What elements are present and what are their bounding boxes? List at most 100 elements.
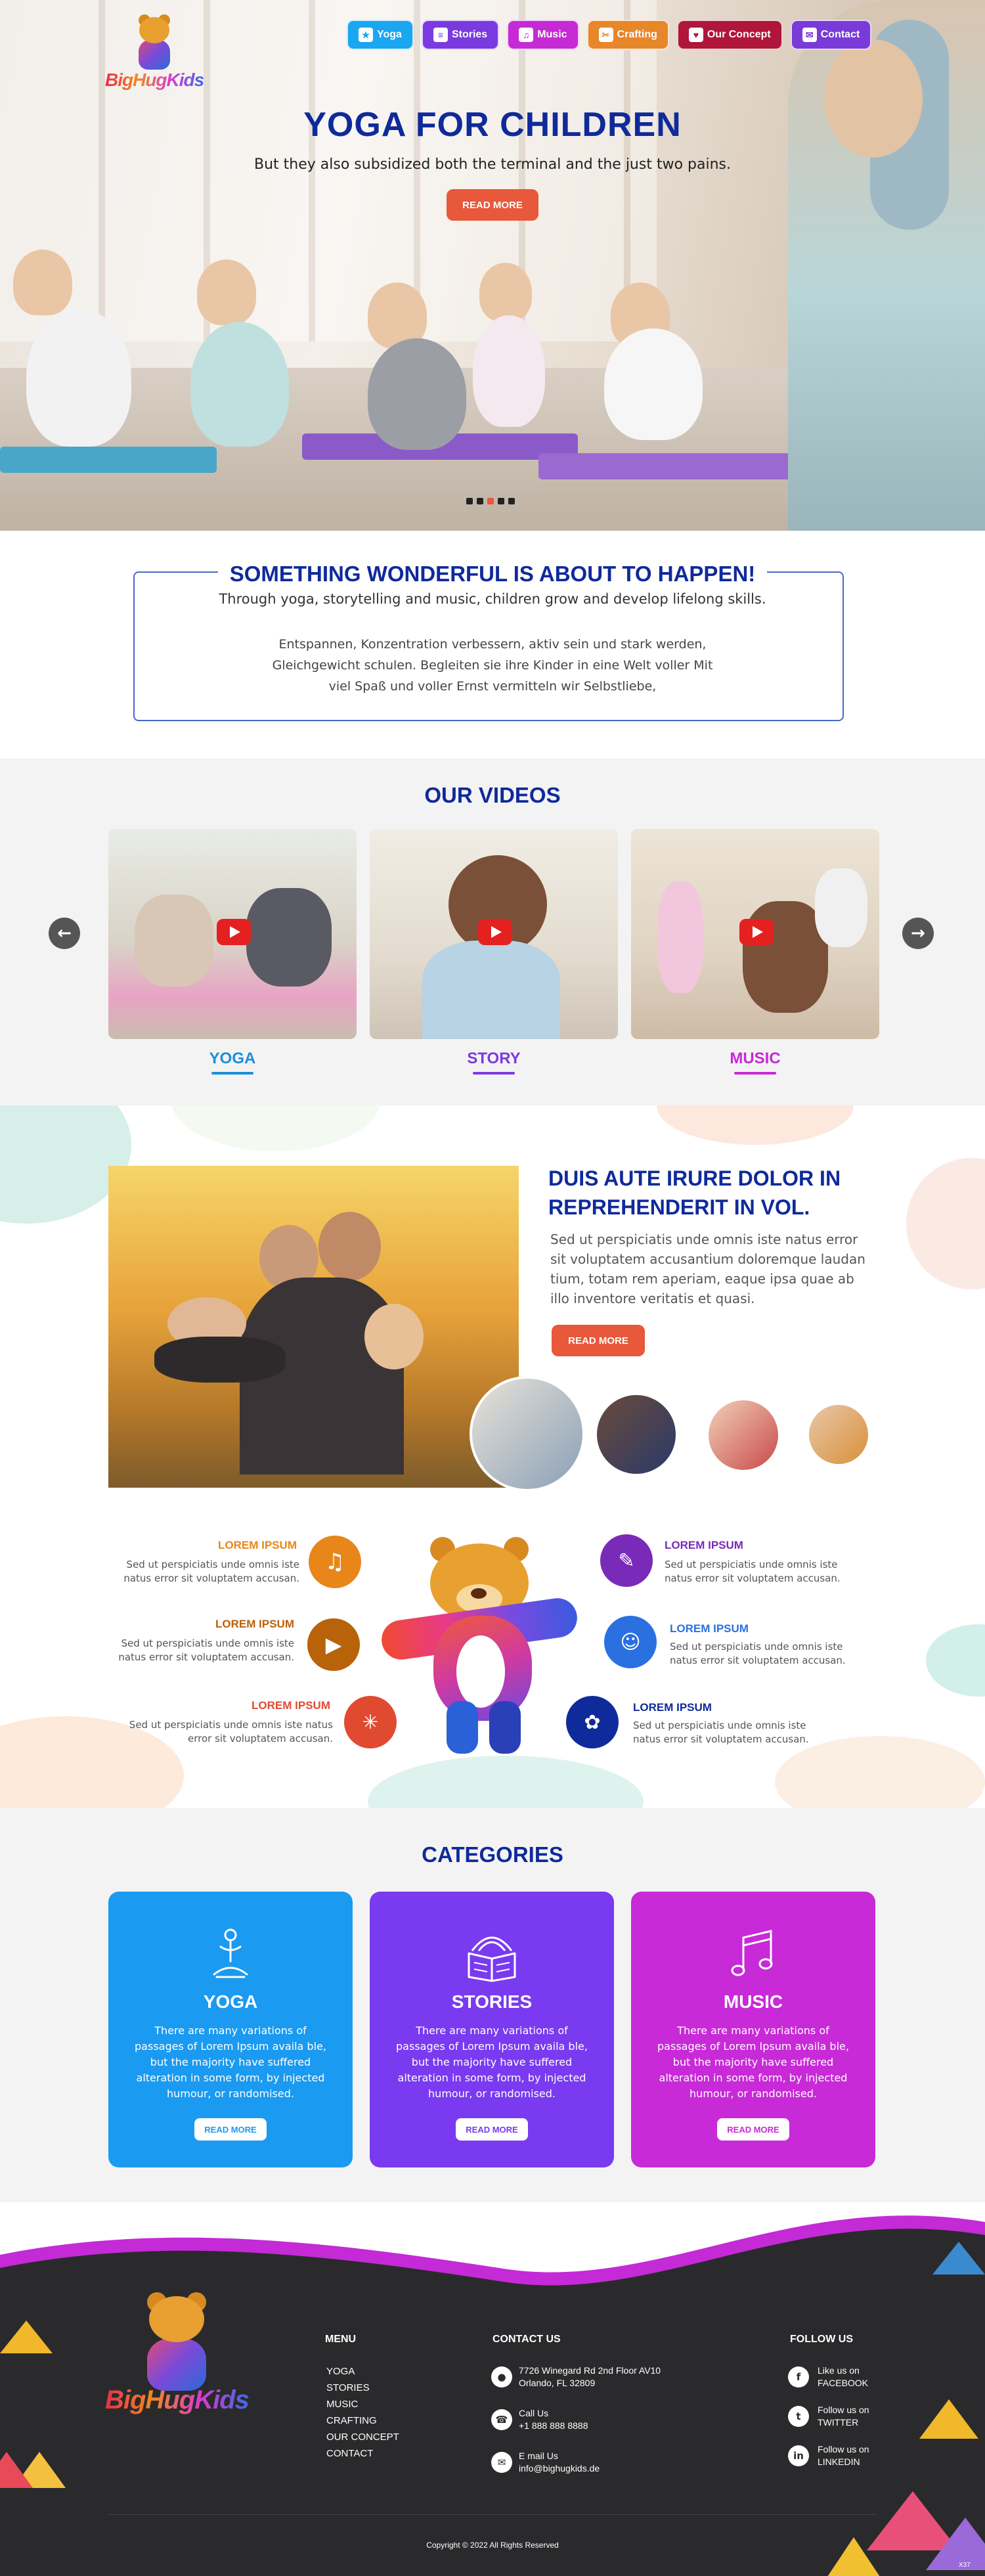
nav-stories[interactable]: ≡ Stories bbox=[421, 20, 500, 50]
child-figure bbox=[13, 250, 72, 315]
twitter-icon[interactable]: t bbox=[788, 2406, 809, 2427]
decor-triangle bbox=[919, 2399, 978, 2439]
footer-phone[interactable]: Call Us +1 888 888 8888 bbox=[519, 2407, 588, 2432]
category-read-more-button[interactable]: READ MORE bbox=[456, 2118, 528, 2141]
feature-icon-2: ▶ bbox=[307, 1618, 360, 1671]
site-logo[interactable]: BigHugKids bbox=[105, 14, 204, 91]
circle-photo bbox=[706, 1398, 781, 1473]
music-note-icon: ♫ bbox=[519, 28, 534, 42]
social-network[interactable]: LINKEDIN bbox=[818, 2456, 869, 2468]
child-figure bbox=[604, 328, 703, 440]
play-icon[interactable] bbox=[478, 919, 512, 945]
category-text: There are many variations of passages of… bbox=[135, 2024, 326, 2100]
slider-dot[interactable] bbox=[498, 498, 504, 504]
nav-label: Our Concept bbox=[707, 29, 771, 40]
video-label-yoga[interactable]: YOGA bbox=[108, 1050, 357, 1068]
category-card-yoga[interactable]: YOGA There are many variations of passag… bbox=[108, 1892, 353, 2167]
video-underline bbox=[734, 1072, 776, 1075]
nav-crafting[interactable]: ✂ Crafting bbox=[586, 20, 669, 50]
nav-our-concept[interactable]: ♥ Our Concept bbox=[676, 20, 783, 50]
category-title: STORIES bbox=[451, 1991, 533, 2012]
feature-icon-1: ♫ bbox=[309, 1536, 361, 1588]
decor-blob bbox=[368, 1756, 644, 1808]
hero-read-more-button[interactable]: READ MORE bbox=[447, 189, 538, 221]
phone-number[interactable]: +1 888 888 8888 bbox=[519, 2420, 588, 2432]
category-read-more-button[interactable]: READ MORE bbox=[194, 2118, 267, 2141]
child-figure bbox=[197, 259, 256, 325]
feature-title: LOREM IPSUM bbox=[215, 1618, 294, 1630]
nav-label: Music bbox=[537, 29, 567, 40]
nav-contact[interactable]: ✉ Contact bbox=[790, 20, 872, 50]
child-figure bbox=[190, 322, 289, 447]
burst-icon: ✳ bbox=[362, 1710, 379, 1734]
feature-text: Sed ut perspiciatis unde omnis iste natu… bbox=[118, 1637, 294, 1663]
video-card-yoga[interactable] bbox=[108, 829, 357, 1039]
social-network[interactable]: FACEBOOK bbox=[818, 2377, 868, 2389]
footer-menu-link[interactable]: STORIES bbox=[326, 2380, 399, 2396]
footer-menu-link[interactable]: CRAFTING bbox=[326, 2412, 399, 2429]
intro-title: SOMETHING WONDERFUL IS ABOUT TO HAPPEN! bbox=[0, 562, 985, 587]
circle-photo bbox=[806, 1402, 871, 1467]
video-label-story[interactable]: STORY bbox=[370, 1050, 618, 1068]
address-line-2: Orlando, FL 32809 bbox=[519, 2378, 596, 2388]
play-icon: ▶ bbox=[325, 1632, 342, 1657]
bear-mascot-icon bbox=[379, 1537, 580, 1754]
footer-follow-title: FOLLOW US bbox=[790, 2334, 853, 2345]
category-card-stories[interactable]: STORIES There are many variations of pas… bbox=[370, 1892, 614, 2167]
decor-blob bbox=[926, 1624, 985, 1697]
social-label: Follow us on bbox=[818, 2405, 869, 2415]
social-linkedin[interactable]: Follow us on LINKEDIN bbox=[818, 2443, 869, 2468]
child-figure bbox=[26, 309, 131, 447]
carousel-prev-button[interactable]: ← bbox=[49, 918, 80, 949]
carousel-next-button[interactable]: → bbox=[902, 918, 934, 949]
footer-logo[interactable]: BigHugKids bbox=[105, 2292, 250, 2415]
nav-yoga[interactable]: ★ Yoga bbox=[347, 20, 414, 50]
feature-title: LOREM IPSUM bbox=[218, 1539, 297, 1551]
footer-email[interactable]: E mail Us info@bighugkids.de bbox=[519, 2450, 600, 2475]
play-icon[interactable] bbox=[739, 919, 774, 945]
social-facebook[interactable]: Like us on FACEBOOK bbox=[818, 2365, 868, 2389]
category-read-more-button[interactable]: READ MORE bbox=[717, 2118, 789, 2141]
child-figure bbox=[473, 315, 545, 427]
category-card-music[interactable]: MUSIC There are many variations of passa… bbox=[631, 1892, 875, 2167]
heart-icon: ♥ bbox=[688, 28, 703, 42]
meditation-icon: ☺ bbox=[620, 1630, 641, 1654]
family-read-more-button[interactable]: READ MORE bbox=[552, 1325, 645, 1356]
category-title: YOGA bbox=[203, 1991, 258, 2012]
video-underline bbox=[211, 1072, 253, 1075]
footer-menu-link[interactable]: OUR CONCEPT bbox=[326, 2429, 399, 2445]
play-icon[interactable] bbox=[217, 919, 251, 945]
nav-label: Crafting bbox=[617, 29, 657, 40]
child-figure bbox=[479, 263, 532, 322]
slider-dot[interactable] bbox=[477, 498, 483, 504]
video-card-story[interactable] bbox=[370, 829, 618, 1039]
footer-menu-link[interactable]: CONTACT bbox=[326, 2445, 399, 2462]
address-line-1: 7726 Winegard Rd 2nd Floor AV10 bbox=[519, 2365, 661, 2376]
feature-title: LOREM IPSUM bbox=[670, 1622, 749, 1635]
linkedin-icon[interactable]: in bbox=[788, 2445, 809, 2466]
nav-label: Yoga bbox=[377, 29, 402, 40]
video-card-music[interactable] bbox=[631, 829, 879, 1039]
edit-icon: ✎ bbox=[618, 1549, 635, 1572]
slider-dot[interactable] bbox=[466, 498, 473, 504]
footer-menu-link[interactable]: YOGA bbox=[326, 2363, 399, 2380]
slider-dot[interactable] bbox=[487, 498, 494, 504]
slider-dots bbox=[466, 498, 515, 504]
footer-menu-link[interactable]: MUSIC bbox=[326, 2396, 399, 2412]
nav-music[interactable]: ♫ Music bbox=[507, 20, 579, 50]
family-photo bbox=[108, 1166, 519, 1488]
call-label: Call Us bbox=[519, 2408, 549, 2418]
social-twitter[interactable]: Follow us on TWITTER bbox=[818, 2404, 869, 2429]
decor-blob bbox=[171, 1105, 381, 1151]
slider-dot[interactable] bbox=[508, 498, 515, 504]
category-text: There are many variations of passages of… bbox=[657, 2024, 849, 2100]
facebook-icon[interactable]: f bbox=[788, 2366, 809, 2387]
social-network[interactable]: TWITTER bbox=[818, 2416, 869, 2429]
email-address[interactable]: info@bighugkids.de bbox=[519, 2462, 600, 2475]
arrow-right-icon: → bbox=[911, 923, 925, 943]
categories-title: CATEGORIES bbox=[422, 1842, 563, 1867]
envelope-icon: ✉ bbox=[802, 28, 817, 42]
video-label-music[interactable]: MUSIC bbox=[631, 1050, 879, 1068]
decor-triangle bbox=[932, 2242, 985, 2275]
social-label: Follow us on bbox=[818, 2444, 869, 2454]
